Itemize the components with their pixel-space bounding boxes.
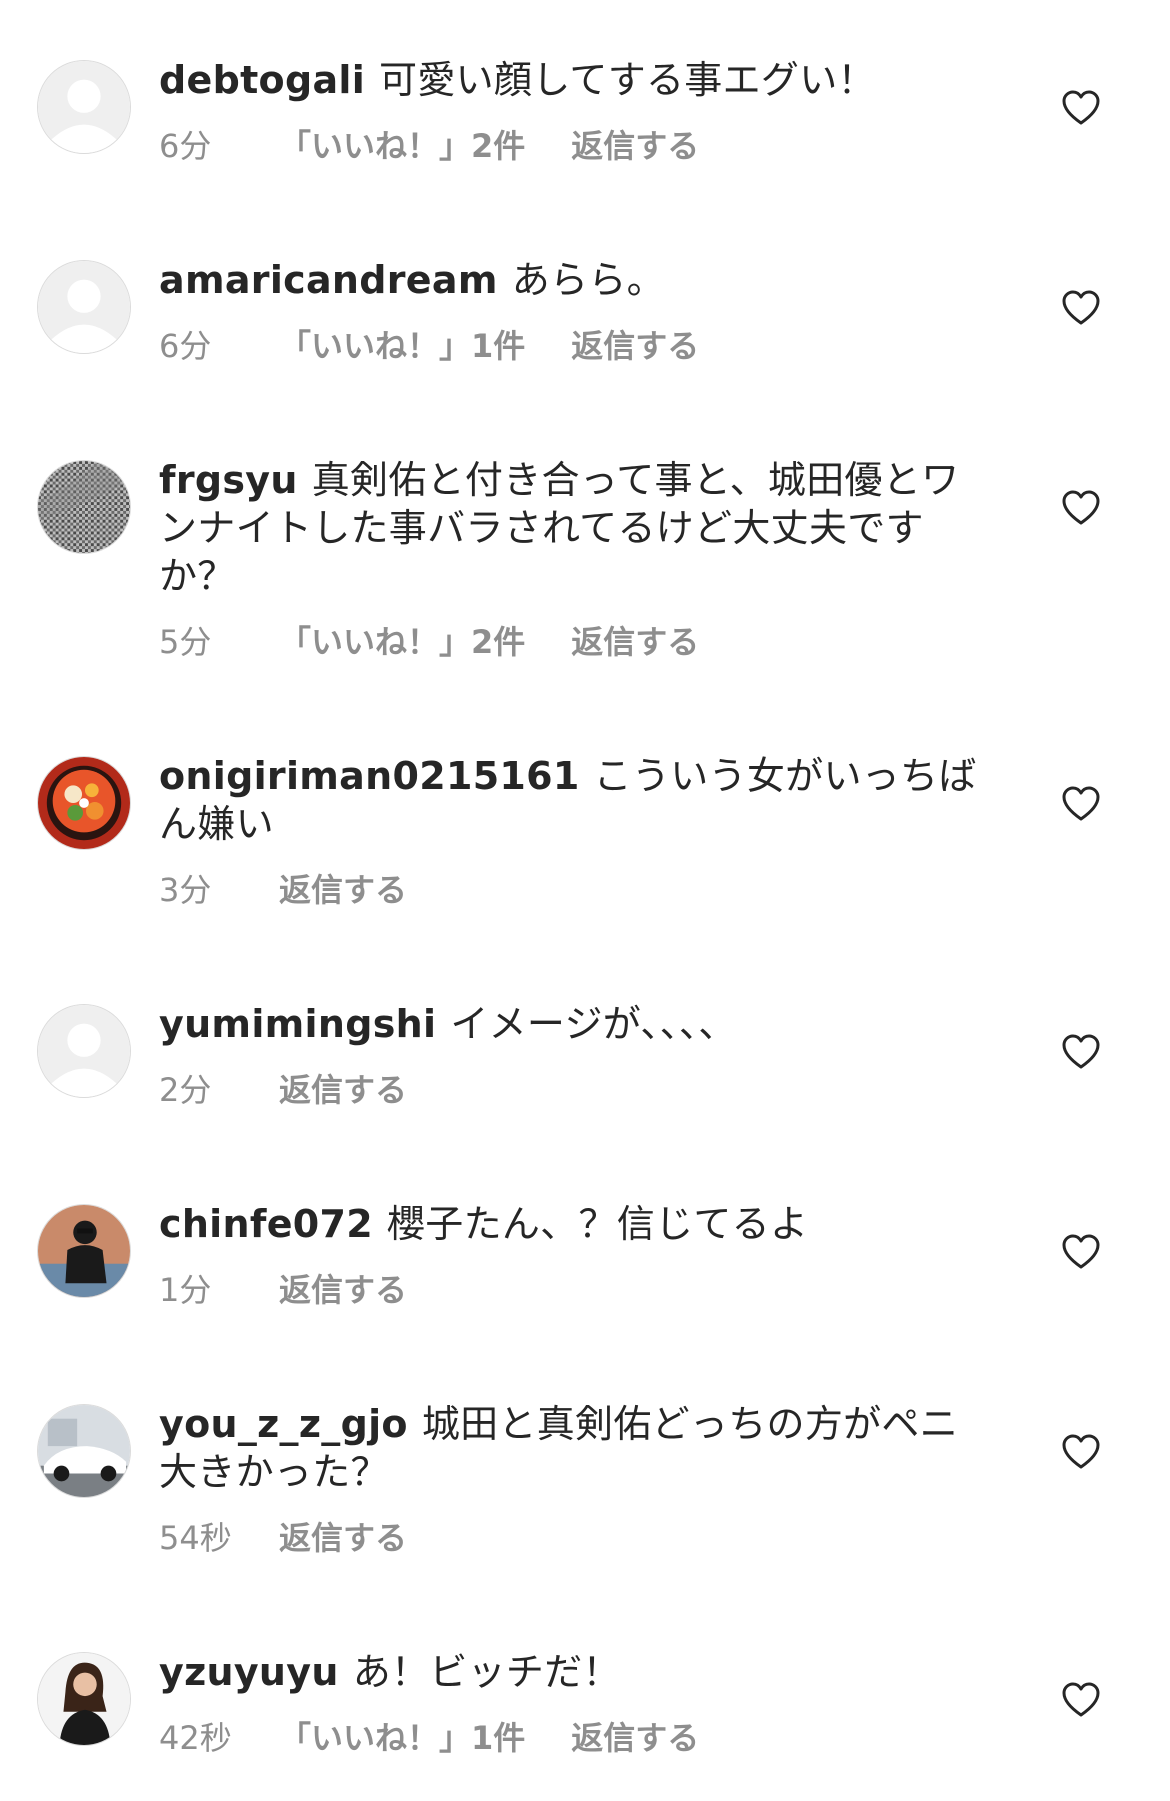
heart-outline-icon: [1062, 1234, 1100, 1269]
comment-text: debtogali 可愛い顔してする事エグい！: [159, 56, 989, 104]
timestamp[interactable]: 42秒: [159, 1718, 239, 1758]
likes-count-link[interactable]: 「いいね！」1件: [279, 326, 525, 366]
comment-text: you_z_z_gjo 城田と真剣佑どっちの方がペニ大きかった？: [159, 1400, 989, 1496]
timestamp[interactable]: 6分: [159, 326, 239, 366]
comment-body: yzuyuyu あ！ビッチだ！ 42秒 「いいね！」1件 返信する: [159, 1648, 989, 1758]
avatar[interactable]: [37, 756, 131, 850]
comment-meta: 42秒 「いいね！」1件 返信する: [159, 1718, 989, 1758]
default-avatar-icon: [38, 1005, 130, 1097]
timestamp[interactable]: 6分: [159, 126, 239, 166]
username-link[interactable]: chinfe072: [159, 1202, 373, 1246]
like-button[interactable]: [1062, 1434, 1100, 1470]
comment-meta: 54秒 返信する: [159, 1518, 989, 1558]
comment-text: yzuyuyu あ！ビッチだ！: [159, 1648, 989, 1696]
like-button[interactable]: [1062, 786, 1100, 822]
username-link[interactable]: debtogali: [159, 58, 365, 102]
avatar[interactable]: [37, 460, 131, 554]
reply-button[interactable]: 返信する: [571, 126, 699, 166]
car-photo-avatar: [38, 1405, 130, 1497]
comment-body: you_z_z_gjo 城田と真剣佑どっちの方がペニ大きかった？ 54秒 返信する: [159, 1400, 989, 1558]
likes-count-link[interactable]: 「いいね！」2件: [279, 622, 525, 662]
heart-outline-icon: [1062, 1034, 1100, 1069]
like-button[interactable]: [1062, 1682, 1100, 1718]
avatar[interactable]: [37, 1652, 131, 1746]
reply-button[interactable]: 返信する: [571, 622, 699, 662]
avatar[interactable]: [37, 260, 131, 354]
heart-outline-icon: [1062, 1434, 1100, 1469]
avatar[interactable]: [37, 1404, 131, 1498]
like-button[interactable]: [1062, 1234, 1100, 1270]
comment-text: frgsyu 真剣佑と付き合って事と、城田優とワンナイトした事バラされてるけど大丈…: [159, 456, 989, 600]
comment-meta: 6分 「いいね！」1件 返信する: [159, 326, 989, 366]
comment-text: yumimingshi イメージが、、、、: [159, 1000, 989, 1048]
avatar[interactable]: [37, 1004, 131, 1098]
timestamp[interactable]: 3分: [159, 870, 239, 910]
heart-outline-icon: [1062, 90, 1100, 125]
username-link[interactable]: yzuyuyu: [159, 1650, 339, 1694]
like-button[interactable]: [1062, 290, 1100, 326]
heart-outline-icon: [1062, 786, 1100, 821]
default-avatar-icon: [38, 61, 130, 153]
like-button[interactable]: [1062, 1034, 1100, 1070]
comment-text: onigiriman0215161 こういう女がいっちばん嫌い: [159, 752, 989, 848]
comment-list: debtogali 可愛い顔してする事エグい！ 6分 「いいね！」2件 返信する am…: [0, 0, 1170, 1801]
reply-button[interactable]: 返信する: [279, 1518, 407, 1558]
comment-text: amaricandream あらら。: [159, 256, 989, 304]
food-bowl-photo-avatar: [38, 757, 130, 849]
comment-body: onigiriman0215161 こういう女がいっちばん嫌い 3分 返信する: [159, 752, 989, 910]
comment-body: debtogali 可愛い顔してする事エグい！ 6分 「いいね！」2件 返信する: [159, 56, 989, 166]
likes-count-link[interactable]: 「いいね！」1件: [279, 1718, 525, 1758]
comment-content: あ！ビッチだ！: [352, 1650, 621, 1694]
comment-meta: 1分 返信する: [159, 1270, 989, 1310]
timestamp[interactable]: 5分: [159, 622, 239, 662]
heart-outline-icon: [1062, 1682, 1100, 1717]
like-button[interactable]: [1062, 490, 1100, 526]
comment-content: 可愛い顔してする事エグい！: [379, 58, 876, 102]
comment-body: chinfe072 櫻子たん、？信じてるよ 1分 返信する: [159, 1200, 989, 1310]
likes-count-link[interactable]: 「いいね！」2件: [279, 126, 525, 166]
username-link[interactable]: yumimingshi: [159, 1002, 436, 1046]
default-avatar-icon: [38, 261, 130, 353]
timestamp[interactable]: 2分: [159, 1070, 239, 1110]
comment-meta: 5分 「いいね！」2件 返信する: [159, 622, 989, 662]
reply-button[interactable]: 返信する: [571, 326, 699, 366]
comment-body: frgsyu 真剣佑と付き合って事と、城田優とワンナイトした事バラされてるけど大丈…: [159, 456, 989, 662]
username-link[interactable]: onigiriman0215161: [159, 754, 580, 798]
comment-body: amaricandream あらら。 6分 「いいね！」1件 返信する: [159, 256, 989, 366]
houndstooth-photo-avatar: [38, 461, 130, 553]
comment-meta: 2分 返信する: [159, 1070, 989, 1110]
comment-content: イメージが、、、、: [450, 1002, 737, 1046]
heart-outline-icon: [1062, 290, 1100, 325]
heart-outline-icon: [1062, 490, 1100, 525]
comment-text: chinfe072 櫻子たん、？信じてるよ: [159, 1200, 989, 1248]
username-link[interactable]: you_z_z_gjo: [159, 1402, 408, 1446]
comment-meta: 6分 「いいね！」2件 返信する: [159, 126, 989, 166]
timestamp[interactable]: 1分: [159, 1270, 239, 1310]
username-link[interactable]: amaricandream: [159, 258, 498, 302]
reply-button[interactable]: 返信する: [279, 870, 407, 910]
reply-button[interactable]: 返信する: [279, 1270, 407, 1310]
like-button[interactable]: [1062, 90, 1100, 126]
woman-photo-avatar: [38, 1653, 130, 1745]
reply-button[interactable]: 返信する: [571, 1718, 699, 1758]
comment-content: あらら。: [511, 258, 665, 302]
comment-content: 櫻子たん、？信じてるよ: [386, 1202, 809, 1246]
avatar[interactable]: [37, 60, 131, 154]
comment-body: yumimingshi イメージが、、、、 2分 返信する: [159, 1000, 989, 1110]
timestamp[interactable]: 54秒: [159, 1518, 239, 1558]
username-link[interactable]: frgsyu: [159, 458, 298, 502]
comment-meta: 3分 返信する: [159, 870, 989, 910]
avatar[interactable]: [37, 1204, 131, 1298]
person-photo-avatar: [38, 1205, 130, 1297]
reply-button[interactable]: 返信する: [279, 1070, 407, 1110]
